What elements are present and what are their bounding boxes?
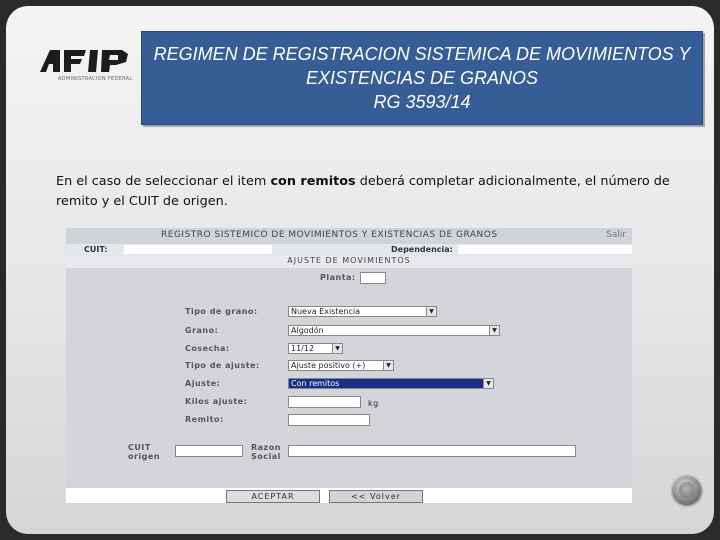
razon-social-label-2: Social — [251, 452, 281, 461]
embedded-form-screenshot: REGISTRO SISTEMICO DE MOVIMIENTOS Y EXIS… — [66, 228, 632, 503]
kilos-ajuste-input[interactable] — [288, 396, 361, 408]
grano-label: Grano: — [185, 326, 219, 335]
remito-input[interactable] — [288, 414, 370, 426]
dependencia-label: Dependencia: — [391, 245, 453, 254]
tipo-grano-label: Tipo de grano: — [185, 307, 258, 316]
grano-select[interactable]: Algodón ▼ — [288, 325, 500, 336]
ajuste-label: Ajuste: — [185, 379, 221, 388]
remito-label: Remito: — [185, 415, 224, 424]
cuit-label: CUIT: — [84, 245, 108, 254]
salir-link[interactable]: Salir — [606, 230, 626, 240]
dependencia-value — [458, 245, 632, 254]
title-line-3: RG 3593/14 — [373, 92, 471, 112]
planta-field[interactable] — [360, 272, 386, 284]
chevron-down-icon: ▼ — [383, 361, 393, 370]
cuit-origen-label-1: CUIT — [128, 443, 151, 452]
aceptar-button[interactable]: ACEPTAR — [226, 490, 320, 503]
chevron-down-icon: ▼ — [489, 326, 499, 335]
slide: ADMINISTRACION FEDERAL REGIMEN DE REGIST… — [6, 6, 714, 534]
form-header-bar: REGISTRO SISTEMICO DE MOVIMIENTOS Y EXIS… — [66, 228, 632, 244]
ajuste-value: Con remitos — [291, 379, 340, 388]
chevron-down-icon: ▼ — [332, 344, 342, 353]
description-bold: con remitos — [270, 174, 356, 189]
cuit-origen-label-2: origen — [128, 452, 161, 461]
tipo-grano-value: Nueva Existencia — [291, 307, 360, 316]
tipo-ajuste-label: Tipo de ajuste: — [185, 361, 260, 370]
cosecha-select[interactable]: 11/12 ▼ — [288, 343, 343, 354]
chevron-down-icon: ▼ — [426, 307, 436, 316]
cosecha-value: 11/12 — [291, 344, 315, 353]
section-title: AJUSTE DE MOVIMIENTOS — [66, 256, 632, 268]
kilos-ajuste-label: Kilos ajuste: — [185, 397, 248, 406]
volver-button[interactable]: << Volver — [329, 490, 423, 503]
form-panel: Planta: Tipo de grano: Nueva Existencia … — [66, 268, 632, 488]
tipo-ajuste-value: Ajuste positivo (+) — [291, 361, 366, 370]
chevron-down-icon: ▼ — [483, 379, 493, 388]
grano-value: Algodón — [291, 326, 324, 335]
kilos-unit: kg — [368, 399, 379, 408]
razon-social-label-1: Razon — [251, 443, 281, 452]
planta-label: Planta: — [320, 273, 356, 282]
tipo-ajuste-select[interactable]: Ajuste positivo (+) ▼ — [288, 360, 394, 371]
logo-subtitle: ADMINISTRACION FEDERAL — [58, 76, 133, 82]
razon-social-input[interactable] — [288, 445, 576, 457]
tipo-grano-select[interactable]: Nueva Existencia ▼ — [288, 306, 437, 317]
cosecha-label: Cosecha: — [185, 344, 230, 353]
description-before: En el caso de seleccionar el item — [56, 174, 271, 189]
form-info-row: CUIT: Dependencia: — [66, 244, 632, 256]
title-line-2: EXISTENCIAS DE GRANOS — [305, 68, 539, 88]
title-banner: REGIMEN DE REGISTRACION SISTEMICA DE MOV… — [141, 31, 703, 125]
cuit-value — [124, 245, 272, 254]
description-text: En el caso de seleccionar el item con re… — [56, 172, 681, 212]
navigation-button[interactable] — [673, 476, 701, 504]
title-line-1: REGIMEN DE REGISTRACION SISTEMICA DE MOV… — [153, 44, 691, 64]
ajuste-select[interactable]: Con remitos ▼ — [288, 378, 494, 389]
cuit-origen-input[interactable] — [175, 445, 243, 457]
form-header-title: REGISTRO SISTEMICO DE MOVIMIENTOS Y EXIS… — [161, 230, 498, 240]
